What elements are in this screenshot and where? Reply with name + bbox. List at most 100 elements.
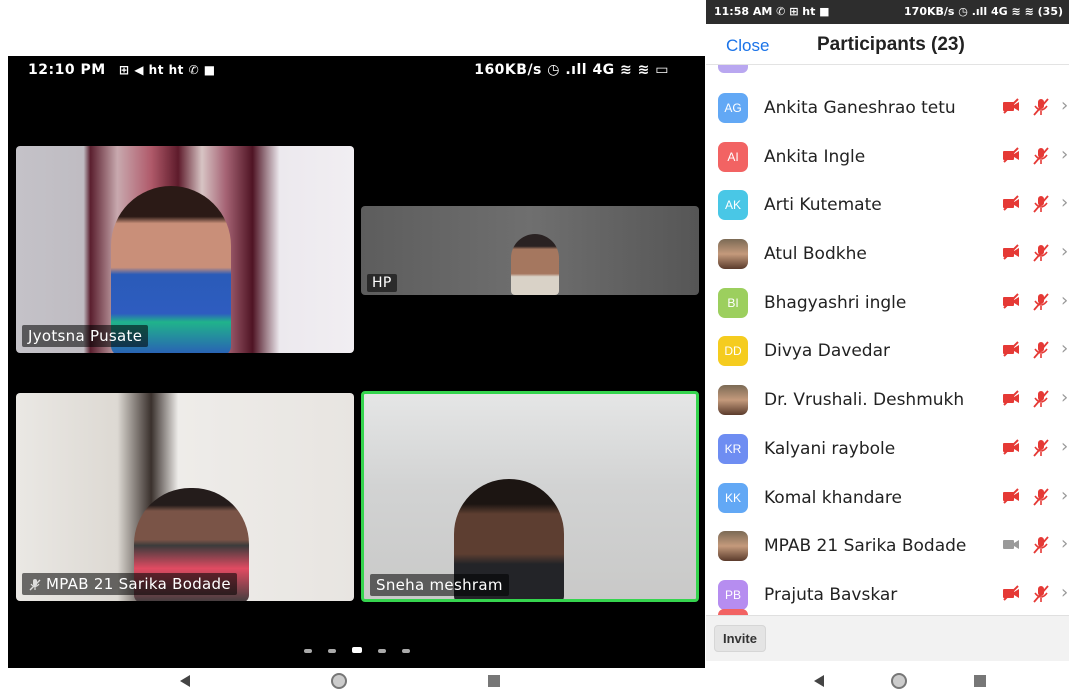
chevron-right-icon: ›	[1061, 581, 1069, 603]
participant-row[interactable]: DD Divya Davedar ›	[706, 324, 1069, 373]
participant-name: Kalyani raybole	[764, 438, 896, 459]
avatar	[718, 239, 748, 270]
mic-muted-icon	[28, 578, 42, 592]
page-dot[interactable]	[327, 649, 336, 653]
mic-muted-icon	[1032, 536, 1052, 554]
back-icon[interactable]	[813, 675, 824, 687]
chevron-right-icon: ›	[1061, 95, 1069, 116]
avatar	[718, 385, 748, 416]
participant-video	[511, 234, 559, 295]
video-tile[interactable]: HP	[361, 206, 699, 295]
participant-name: Arti Kutemate	[764, 195, 882, 216]
avatar: KR	[718, 433, 748, 464]
page-dot[interactable]	[377, 649, 386, 653]
mic-muted-icon	[1032, 195, 1052, 213]
avatar	[718, 65, 748, 73]
mic-muted-icon	[1032, 487, 1052, 506]
participant-row[interactable]: KR Kalyani raybole ›	[706, 422, 1069, 471]
avatar: AK	[718, 190, 748, 221]
participant-row[interactable]: BI Bhagyashri ingle ›	[706, 276, 1069, 325]
page-indicator[interactable]	[8, 638, 705, 657]
participant-row[interactable]: Atul Bodkhe ›	[706, 227, 1069, 276]
video-tile[interactable]: MPAB 21 Sarika Bodade	[16, 393, 354, 601]
participants-screen: 11:58 AM ✆ ⊞ ht ■ 170KB/s ◷ .ıll 4G ≋ ≋ …	[706, 0, 1069, 694]
participants-footer: Invite	[706, 615, 1069, 661]
participant-row[interactable]: MPAB 21 Sarika Bodade ›	[706, 519, 1069, 568]
avatar: BI	[718, 287, 748, 318]
page-dot[interactable]	[351, 647, 362, 653]
participant-name: Komal khandare	[764, 487, 902, 508]
recent-apps-icon[interactable]	[974, 675, 987, 687]
tile-name-label: MPAB 21 Sarika Bodade	[22, 573, 237, 595]
chevron-right-icon: ›	[1061, 289, 1069, 311]
video-off-icon	[1002, 585, 1022, 601]
participant-row[interactable]: AI Ankita Ingle ›	[706, 130, 1069, 179]
chevron-right-icon: ›	[1061, 484, 1069, 506]
android-nav-bar	[780, 668, 1020, 694]
mic-muted-icon	[1032, 147, 1052, 165]
video-off-icon	[1002, 98, 1022, 114]
list-item-partial[interactable]	[706, 605, 1069, 615]
back-icon[interactable]	[180, 675, 191, 687]
status-bar: 12:10 PM ⊞ ◀ ht ht ✆ ■ 160KB/s ◷ .ıll 4G…	[8, 56, 705, 82]
page-title: Participants (23)	[817, 34, 965, 55]
chevron-right-icon: ›	[1061, 338, 1069, 360]
chevron-right-icon: ›	[1061, 241, 1069, 263]
tile-name-label: Sneha meshram	[370, 574, 509, 596]
status-icons: ⊞ ◀ ht ht ✆ ■	[119, 63, 216, 77]
list-item-partial[interactable]	[706, 65, 1069, 75]
participant-name: Atul Bodkhe	[764, 244, 867, 265]
participant-row[interactable]: Dr. Vrushali. Deshmukh ›	[706, 373, 1069, 422]
avatar: KK	[718, 482, 748, 513]
recent-apps-icon[interactable]	[487, 675, 500, 687]
participant-name: Dr. Vrushali. Deshmukh	[764, 390, 965, 411]
participant-name: MPAB 21 Sarika Bodade	[764, 536, 967, 557]
page-dot[interactable]	[303, 649, 312, 653]
participant-name: Ankita Ganeshrao tetu	[764, 98, 956, 118]
video-gallery-screen: 12:10 PM ⊞ ◀ ht ht ✆ ■ 160KB/s ◷ .ıll 4G…	[8, 56, 705, 668]
video-off-icon	[1002, 293, 1022, 309]
participant-name: Bhagyashri ingle	[764, 292, 907, 313]
mic-muted-icon	[1032, 98, 1052, 116]
chevron-right-icon: ›	[1061, 143, 1069, 165]
video-tile[interactable]: Jyotsna Pusate	[16, 146, 354, 353]
status-network: 170KB/s ◷ .ıll 4G ≋ ≋ (35)	[904, 5, 1063, 18]
mic-muted-icon	[1032, 390, 1052, 408]
status-time: 11:58 AM	[714, 5, 773, 18]
home-icon[interactable]	[330, 673, 347, 689]
video-off-icon	[1002, 195, 1022, 212]
status-time: 12:10 PM	[28, 62, 106, 78]
chevron-right-icon: ›	[1061, 435, 1069, 457]
avatar: AG	[718, 93, 748, 123]
video-off-icon	[1002, 487, 1022, 504]
mic-muted-icon	[1032, 293, 1052, 311]
mic-muted-icon	[1032, 439, 1052, 457]
video-off-icon	[1002, 439, 1022, 455]
page-dot[interactable]	[401, 649, 410, 653]
invite-button[interactable]: Invite	[714, 625, 766, 652]
participants-list: AG Ankita Ganeshrao tetu › AI Ankita Ingle › A…	[706, 81, 1069, 617]
video-off-icon	[1002, 244, 1022, 260]
mic-muted-icon	[1032, 585, 1052, 603]
status-bar: 11:58 AM ✆ ⊞ ht ■ 170KB/s ◷ .ıll 4G ≋ ≋ …	[706, 0, 1069, 24]
chevron-right-icon: ›	[1061, 192, 1069, 214]
participant-row[interactable]: AK Arti Kutemate ›	[706, 178, 1069, 227]
participants-header: Close Participants (23)	[706, 24, 1069, 65]
tile-name-label: Jyotsna Pusate	[22, 325, 149, 347]
mic-muted-icon	[1032, 341, 1052, 360]
avatar: AI	[718, 141, 748, 172]
status-icons: ✆ ⊞ ht ■	[776, 5, 830, 18]
avatar	[718, 531, 748, 562]
video-off-icon	[1002, 390, 1022, 406]
participant-name: Divya Davedar	[764, 341, 890, 362]
mic-muted-icon	[1032, 244, 1052, 262]
chevron-right-icon: ›	[1061, 387, 1069, 409]
video-off-icon	[1002, 341, 1022, 358]
video-tile-active-speaker[interactable]: Sneha meshram	[361, 391, 699, 602]
home-icon[interactable]	[890, 673, 907, 689]
participant-row[interactable]: AG Ankita Ganeshrao tetu ›	[706, 81, 1069, 130]
close-button[interactable]: Close	[726, 36, 769, 56]
chevron-right-icon: ›	[1061, 533, 1069, 555]
android-nav-bar	[110, 668, 570, 694]
participant-row[interactable]: KK Komal khandare ›	[706, 471, 1069, 520]
